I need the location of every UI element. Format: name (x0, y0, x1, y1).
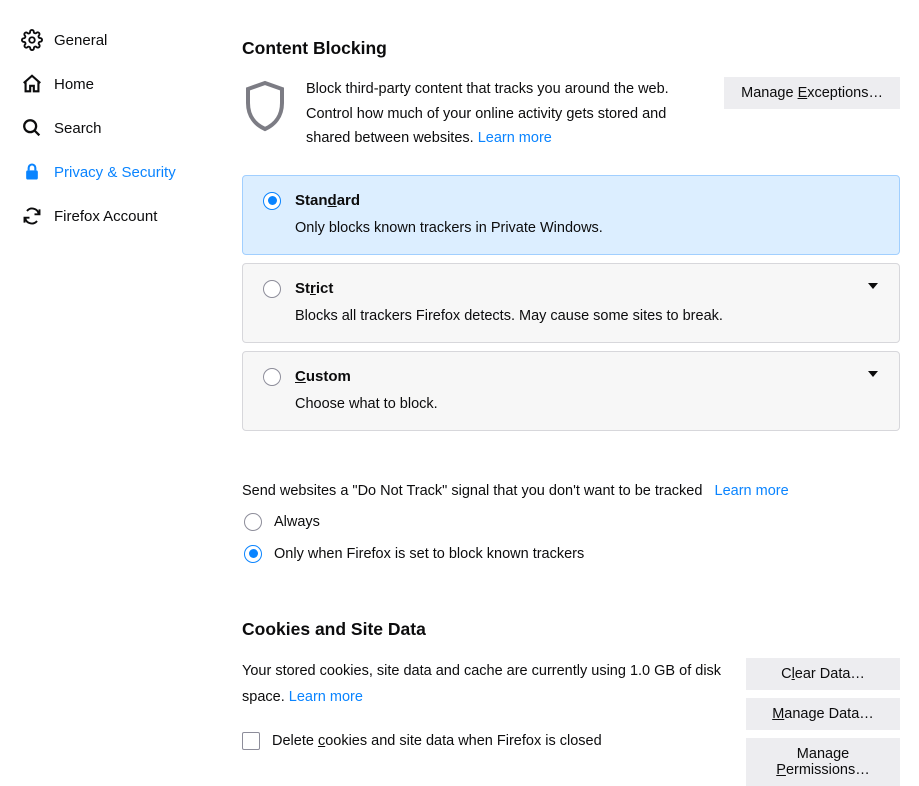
sidebar-item-label: Search (54, 120, 102, 137)
sidebar-item-label: General (54, 32, 107, 49)
manage-data-button[interactable]: Manage Data… (746, 698, 900, 730)
sidebar-item-label: Privacy & Security (54, 164, 176, 181)
cookies-description: Your stored cookies, site data and cache… (242, 658, 726, 754)
gear-icon (20, 28, 44, 52)
sync-icon (20, 204, 44, 228)
content-blocking-option-1[interactable]: Strict Blocks all trackers Firefox detec… (242, 263, 900, 343)
chevron-down-icon (867, 280, 879, 292)
option-title: Standard (295, 192, 360, 209)
cookies-learn-more-link[interactable]: Learn more (289, 689, 363, 705)
lock-icon (20, 160, 44, 184)
shield-icon (242, 79, 288, 137)
clear-data-button[interactable]: Clear Data… (746, 658, 900, 690)
search-icon (20, 116, 44, 140)
sidebar: General Home Search Privacy & Security F… (0, 0, 218, 767)
option-description: Blocks all trackers Firefox detects. May… (295, 308, 879, 324)
radio-button[interactable] (263, 368, 281, 386)
radio-button[interactable] (263, 280, 281, 298)
radio-button[interactable] (263, 192, 281, 210)
sidebar-item-home[interactable]: Home (14, 62, 218, 106)
radio-button[interactable] (244, 545, 262, 563)
sidebar-item-account[interactable]: Firefox Account (14, 194, 218, 238)
sidebar-item-label: Home (54, 76, 94, 93)
content-blocking-description: Block third-party content that tracks yo… (306, 77, 706, 151)
dnt-option-label: Only when Firefox is set to block known … (274, 546, 584, 562)
sidebar-item-general[interactable]: General (14, 18, 218, 62)
content-blocking-option-2[interactable]: Custom Choose what to block. (242, 351, 900, 431)
section-title-cookies: Cookies and Site Data (242, 619, 900, 640)
section-title-content-blocking: Content Blocking (242, 38, 900, 59)
sidebar-item-privacy[interactable]: Privacy & Security (14, 150, 218, 194)
option-description: Only blocks known trackers in Private Wi… (295, 220, 879, 236)
dnt-section: Send websites a "Do Not Track" signal th… (242, 483, 900, 563)
learn-more-link[interactable]: Learn more (478, 130, 552, 146)
manage-permissions-button[interactable]: Manage Permissions… (746, 738, 900, 786)
dnt-text: Send websites a "Do Not Track" signal th… (242, 483, 702, 499)
manage-exceptions-button[interactable]: Manage Exceptions… (724, 77, 900, 109)
radio-button[interactable] (244, 513, 262, 531)
delete-on-close-checkbox[interactable] (242, 732, 260, 750)
dnt-option-0[interactable]: Always (242, 513, 900, 531)
content-blocking-option-0[interactable]: Standard Only blocks known trackers in P… (242, 175, 900, 255)
delete-on-close-label: Delete cookies and site data when Firefo… (272, 728, 602, 754)
option-description: Choose what to block. (295, 396, 879, 412)
option-title: Custom (295, 368, 351, 385)
dnt-option-label: Always (274, 514, 320, 530)
chevron-down-icon (867, 368, 879, 380)
option-title: Strict (295, 280, 333, 297)
dnt-option-1[interactable]: Only when Firefox is set to block known … (242, 545, 900, 563)
main-content: Content Blocking Block third-party conte… (218, 0, 918, 767)
delete-on-close-row: Delete cookies and site data when Firefo… (242, 728, 726, 754)
sidebar-item-label: Firefox Account (54, 208, 157, 225)
dnt-learn-more-link[interactable]: Learn more (715, 483, 789, 499)
home-icon (20, 72, 44, 96)
content-blocking-header: Block third-party content that tracks yo… (242, 77, 900, 151)
sidebar-item-search[interactable]: Search (14, 106, 218, 150)
cookies-section: Cookies and Site Data Your stored cookie… (242, 619, 900, 786)
